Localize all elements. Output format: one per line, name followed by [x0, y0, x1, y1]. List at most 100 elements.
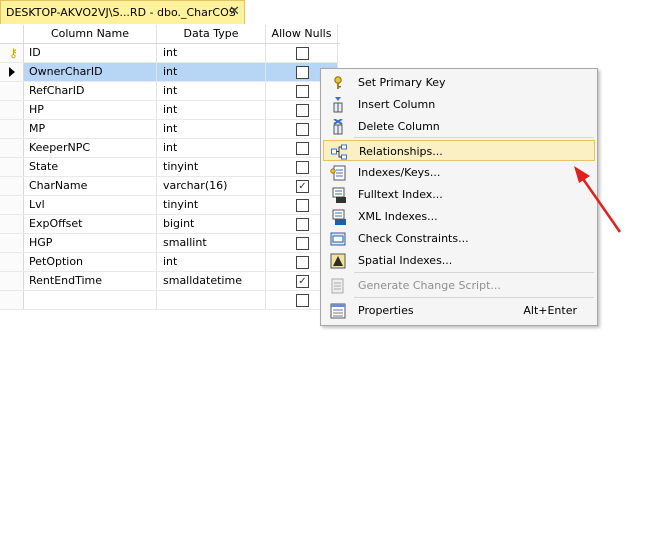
allow-nulls-checkbox[interactable]: [296, 218, 309, 231]
table-row[interactable]: RefCharID int: [0, 82, 340, 101]
data-type-cell[interactable]: smallint: [157, 234, 266, 252]
row-selector[interactable]: [0, 139, 24, 157]
data-type-cell[interactable]: int: [157, 120, 266, 138]
data-type-cell[interactable]: [157, 291, 266, 309]
allow-nulls-checkbox[interactable]: [296, 256, 309, 269]
allow-nulls-checkbox[interactable]: [296, 161, 309, 174]
menu-item-indexes-keys[interactable]: Indexes/Keys...: [323, 162, 595, 183]
column-name-cell[interactable]: ID: [24, 44, 157, 62]
allow-nulls-checkbox[interactable]: [296, 85, 309, 98]
allow-nulls-checkbox[interactable]: [296, 47, 309, 60]
table-row[interactable]: HP int: [0, 101, 340, 120]
data-type-cell[interactable]: bigint: [157, 215, 266, 233]
table-row[interactable]: KeeperNPC int: [0, 139, 340, 158]
menu-item-xml-indexes[interactable]: XML Indexes...: [323, 206, 595, 227]
table-row[interactable]: [0, 291, 340, 310]
row-selector[interactable]: [0, 120, 24, 138]
table-row[interactable]: MP int: [0, 120, 340, 139]
column-name-cell[interactable]: MP: [24, 120, 157, 138]
table-row[interactable]: RentEndTime smalldatetime ✓: [0, 272, 340, 291]
allow-nulls-checkbox[interactable]: ✓: [296, 275, 309, 288]
row-selector[interactable]: [0, 63, 24, 81]
table-row[interactable]: CharName varchar(16) ✓: [0, 177, 340, 196]
table-row[interactable]: ExpOffset bigint: [0, 215, 340, 234]
column-name-cell[interactable]: RentEndTime: [24, 272, 157, 290]
data-type-cell[interactable]: varchar(16): [157, 177, 266, 195]
row-selector[interactable]: [0, 196, 24, 214]
document-tab[interactable]: DESKTOP-AKVO2VJ\S...RD - dbo._CharCOS ✕: [0, 0, 245, 24]
allow-nulls-checkbox[interactable]: [296, 199, 309, 212]
allow-nulls-checkbox[interactable]: [296, 104, 309, 117]
allow-nulls-checkbox[interactable]: [296, 123, 309, 136]
properties-icon: [330, 303, 346, 319]
document-tab-strip: DESKTOP-AKVO2VJ\S...RD - dbo._CharCOS ✕: [0, 0, 650, 24]
table-row[interactable]: OwnerCharID int: [0, 63, 340, 82]
column-name-cell[interactable]: HP: [24, 101, 157, 119]
menu-item-check-constraints[interactable]: Check Constraints...: [323, 228, 595, 249]
table-row[interactable]: PetOption int: [0, 253, 340, 272]
data-type-cell[interactable]: int: [157, 139, 266, 157]
data-type-cell[interactable]: int: [157, 44, 266, 62]
row-selector[interactable]: [0, 158, 24, 176]
table-row[interactable]: State tinyint: [0, 158, 340, 177]
menu-item-relationships[interactable]: Relationships...: [323, 140, 595, 161]
allow-nulls-checkbox[interactable]: [296, 142, 309, 155]
menu-item-set-primary-key[interactable]: Set Primary Key: [323, 72, 595, 93]
row-selector[interactable]: [0, 234, 24, 252]
column-name-cell[interactable]: KeeperNPC: [24, 139, 157, 157]
menu-item-label: Relationships...: [359, 145, 443, 158]
row-selector[interactable]: [0, 177, 24, 195]
data-type-cell[interactable]: int: [157, 253, 266, 271]
menu-item-label: Indexes/Keys...: [358, 166, 441, 179]
allow-nulls-checkbox[interactable]: ✓: [296, 180, 309, 193]
indexes-keys-icon: [330, 165, 346, 181]
column-name-cell[interactable]: CharName: [24, 177, 157, 195]
column-name-cell[interactable]: State: [24, 158, 157, 176]
row-selector[interactable]: [0, 291, 24, 309]
allow-nulls-checkbox[interactable]: [296, 237, 309, 250]
delete-column-icon: [330, 118, 346, 135]
close-tab-icon[interactable]: ✕: [227, 4, 242, 20]
menu-item-spatial-indexes[interactable]: Spatial Indexes...: [323, 250, 595, 271]
data-type-cell[interactable]: tinyint: [157, 158, 266, 176]
column-name-cell[interactable]: PetOption: [24, 253, 157, 271]
data-type-cell[interactable]: tinyint: [157, 196, 266, 214]
table-row[interactable]: HGP smallint: [0, 234, 340, 253]
row-selector[interactable]: [0, 253, 24, 271]
fulltext-index-icon: [330, 187, 346, 203]
menu-item-properties[interactable]: Properties Alt+Enter: [323, 300, 595, 321]
row-selector[interactable]: [0, 272, 24, 290]
menu-item-label: Set Primary Key: [358, 76, 446, 89]
allow-nulls-checkbox[interactable]: [296, 294, 309, 307]
menu-item-insert-column[interactable]: Insert Column: [323, 94, 595, 115]
xml-indexes-icon: [330, 209, 346, 225]
column-context-menu: Set Primary Key Insert Column Delete Colum…: [320, 68, 598, 326]
row-selector[interactable]: [0, 101, 24, 119]
column-name-header: Column Name: [24, 25, 157, 43]
column-name-cell[interactable]: [24, 291, 157, 309]
table-row[interactable]: ⚷ ID int: [0, 44, 340, 63]
row-selector[interactable]: ⚷: [0, 44, 24, 62]
column-name-cell[interactable]: ExpOffset: [24, 215, 157, 233]
data-type-cell[interactable]: smalldatetime: [157, 272, 266, 290]
column-name-cell[interactable]: RefCharID: [24, 82, 157, 100]
data-type-cell[interactable]: int: [157, 63, 266, 81]
menu-item-label: Insert Column: [358, 98, 436, 111]
row-selector[interactable]: [0, 82, 24, 100]
menu-item-label: Spatial Indexes...: [358, 254, 453, 267]
allow-nulls-cell: [266, 44, 338, 62]
column-name-cell[interactable]: Lvl: [24, 196, 157, 214]
menu-item-label: XML Indexes...: [358, 210, 438, 223]
row-selector[interactable]: [0, 215, 24, 233]
allow-nulls-checkbox[interactable]: [296, 66, 309, 79]
menu-item-delete-column[interactable]: Delete Column: [323, 116, 595, 137]
menu-item-fulltext-index[interactable]: Fulltext Index...: [323, 184, 595, 205]
data-type-cell[interactable]: int: [157, 82, 266, 100]
column-name-cell[interactable]: HGP: [24, 234, 157, 252]
data-type-header: Data Type: [157, 25, 266, 43]
menu-item-label: Fulltext Index...: [358, 188, 443, 201]
column-name-cell[interactable]: OwnerCharID: [24, 63, 157, 81]
data-type-cell[interactable]: int: [157, 101, 266, 119]
table-row[interactable]: Lvl tinyint: [0, 196, 340, 215]
spatial-indexes-icon: [330, 253, 346, 269]
